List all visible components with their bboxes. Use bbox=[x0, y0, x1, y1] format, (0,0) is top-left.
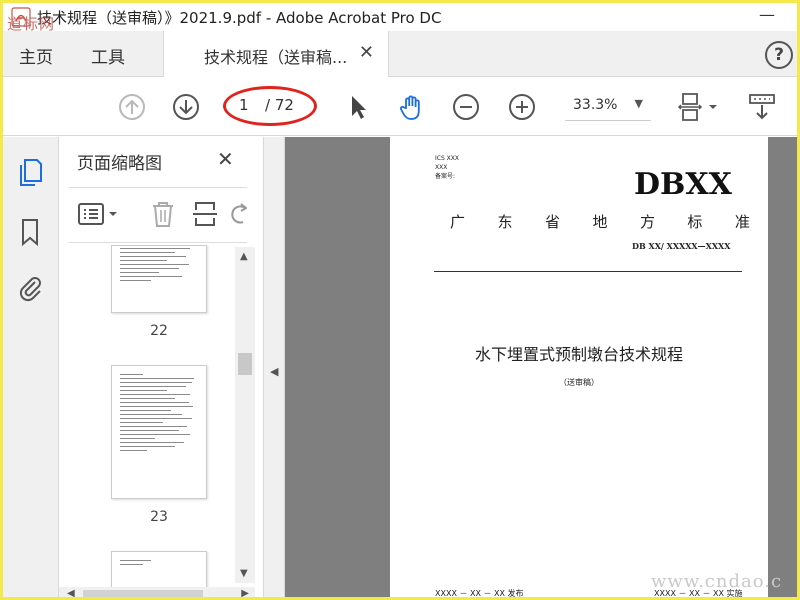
standard-type-char: 地 bbox=[592, 213, 608, 231]
next-page-icon[interactable] bbox=[171, 92, 201, 122]
scroll-right-icon[interactable]: ▶ bbox=[241, 588, 249, 597]
panel-title: 页面缩略图 bbox=[77, 154, 162, 174]
menu-tools[interactable]: 工具 bbox=[91, 43, 125, 68]
divider bbox=[434, 271, 742, 272]
red-annotation-oval bbox=[223, 86, 317, 126]
left-nav-rail bbox=[3, 137, 59, 597]
thumbnail-page-number: 23 bbox=[150, 509, 168, 525]
tab-row: 主页 工具 技术规程（送审稿... ✕ ? bbox=[3, 31, 797, 77]
menu-home[interactable]: 主页 bbox=[19, 43, 53, 68]
delete-icon[interactable] bbox=[149, 200, 177, 228]
ics-block: ICS XXX XXX 备案号: bbox=[435, 154, 459, 181]
ics-line: XXX bbox=[435, 164, 448, 171]
bookmark-icon[interactable] bbox=[16, 217, 44, 247]
zoom-out-icon[interactable] bbox=[451, 92, 481, 122]
thumbnail-hscrollbar[interactable]: ◀ ▶ bbox=[59, 587, 255, 597]
page-navigator[interactable]: 1 / 72 bbox=[223, 86, 317, 126]
standard-type-char: 广 bbox=[450, 213, 466, 231]
scroll-up-icon[interactable]: ▲ bbox=[240, 251, 248, 262]
thumbnail-scrollbar[interactable]: ▲ ▼ bbox=[235, 247, 255, 583]
document-subtitle: （送审稿） bbox=[559, 378, 599, 387]
document-tab-label: 技术规程（送审稿... bbox=[204, 48, 348, 67]
thumbnails-panel: 页面缩略图 ✕ 22 23 ▲ ▼ ◀ ▶ bbox=[59, 137, 263, 597]
scrollbar-thumb[interactable] bbox=[238, 353, 252, 375]
close-tab-icon[interactable]: ✕ bbox=[359, 42, 374, 63]
standard-code: DBXX bbox=[634, 167, 732, 202]
title-bar: 技术规程（送审稿）》2021.9.pdf - Adobe Acrobat Pro… bbox=[3, 3, 797, 33]
thumbnail-options-icon[interactable] bbox=[77, 200, 121, 228]
chevron-down-icon: ▼ bbox=[634, 97, 643, 110]
help-button[interactable]: ? bbox=[765, 41, 793, 69]
zoom-dropdown[interactable]: 33.3% ▼ bbox=[565, 93, 651, 121]
ics-line: ICS XXX bbox=[435, 155, 460, 162]
thumbnail-page-number: 22 bbox=[150, 323, 168, 339]
standard-type-char: 标 bbox=[687, 213, 703, 231]
zoom-value: 33.3% bbox=[573, 97, 618, 113]
standard-type-char: 准 bbox=[734, 213, 750, 231]
standard-number: DB XX/ XXXXX—XXXX bbox=[632, 241, 731, 251]
standard-type-char: 方 bbox=[639, 213, 655, 231]
standard-type-char: 省 bbox=[544, 213, 560, 231]
scroll-mode-icon[interactable] bbox=[747, 92, 777, 122]
scroll-left-icon[interactable]: ◀ bbox=[67, 588, 75, 597]
toolbar: 1 / 72 33.3% ▼ bbox=[3, 78, 797, 136]
window-title: 技术规程（送审稿）》2021.9.pdf - Adobe Acrobat Pro… bbox=[37, 9, 442, 27]
thumbnail-toolbar bbox=[69, 187, 247, 243]
minimize-button[interactable]: — bbox=[759, 5, 775, 24]
thumbnail-page[interactable] bbox=[111, 245, 207, 313]
thumbnail-list: 22 23 bbox=[59, 245, 235, 595]
ics-line: 备案号: bbox=[435, 173, 456, 180]
acrobat-window: 技术规程（送审稿）》2021.9.pdf - Adobe Acrobat Pro… bbox=[0, 0, 800, 600]
standard-type: 广 东 省 地 方 标 准 bbox=[450, 211, 750, 232]
panel-collapse-handle[interactable]: ◀ bbox=[263, 137, 285, 597]
attachment-icon[interactable] bbox=[16, 273, 44, 303]
extract-pages-icon[interactable] bbox=[191, 200, 219, 228]
collapse-arrow-icon[interactable]: ◀ bbox=[270, 365, 278, 378]
document-title: 水下埋置式预制墩台技术规程 bbox=[474, 345, 683, 364]
document-tab[interactable]: 技术规程（送审稿... ✕ bbox=[163, 31, 389, 77]
document-view: ICS XXX XXX 备案号: DBXX 广 东 省 地 方 标 准 DB X… bbox=[285, 137, 797, 598]
prev-page-icon[interactable] bbox=[117, 92, 147, 122]
issue-date: XXXX － XX － XX 发布 bbox=[435, 589, 524, 598]
zoom-in-icon[interactable] bbox=[507, 92, 537, 122]
thumbnail-page[interactable] bbox=[111, 365, 207, 499]
hscrollbar-thumb[interactable] bbox=[83, 590, 203, 597]
pdf-page: ICS XXX XXX 备案号: DBXX 广 东 省 地 方 标 准 DB X… bbox=[390, 137, 768, 598]
select-cursor-icon[interactable] bbox=[343, 92, 373, 122]
close-panel-icon[interactable]: ✕ bbox=[217, 147, 234, 171]
hand-tool-icon[interactable] bbox=[397, 92, 427, 122]
page-fit-icon[interactable] bbox=[677, 92, 721, 122]
page-thumbnails-icon[interactable] bbox=[16, 157, 44, 187]
rotate-icon[interactable] bbox=[229, 200, 247, 228]
watermark-bottom-right: www.cndao.c bbox=[651, 571, 783, 592]
standard-type-char: 东 bbox=[497, 213, 513, 231]
scroll-down-icon[interactable]: ▼ bbox=[240, 568, 248, 579]
